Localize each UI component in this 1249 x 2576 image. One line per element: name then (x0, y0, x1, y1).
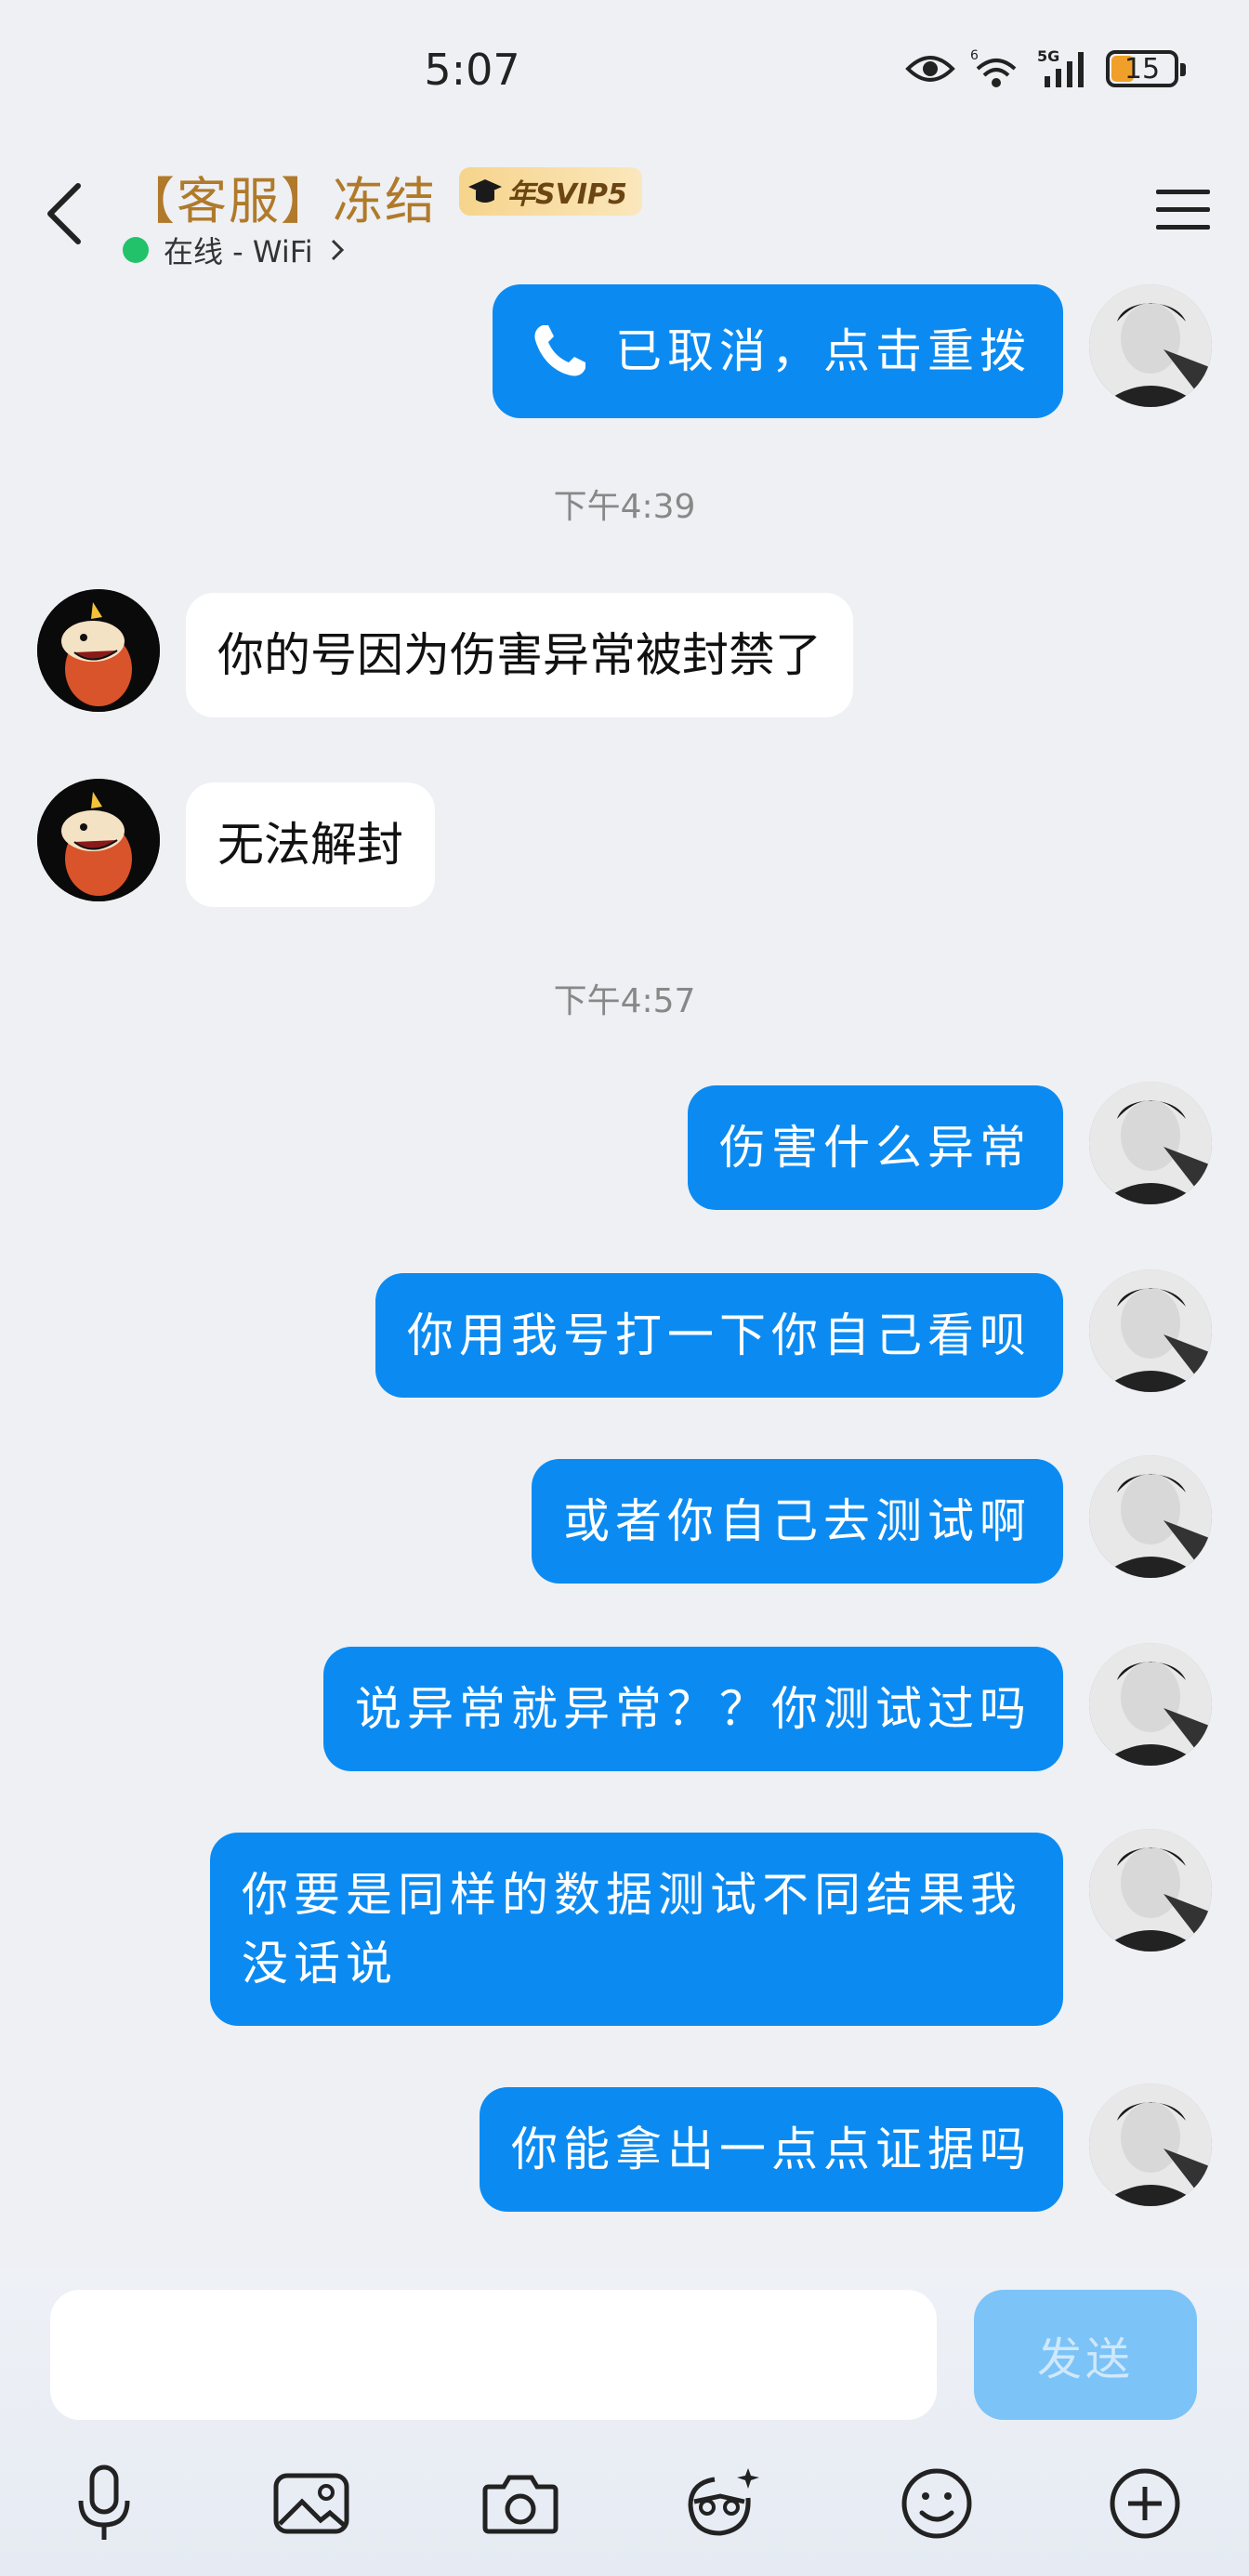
timestamp: 下午4:57 (553, 982, 696, 1020)
wifi-icon: 6 (970, 48, 1022, 89)
microphone-icon[interactable] (58, 2457, 151, 2550)
signal-label: 5G (1037, 48, 1059, 65)
message-row: 你要是同样的数据测试不同结果我没话说 (0, 1829, 1249, 2033)
menu-button[interactable] (1150, 177, 1216, 242)
send-button[interactable]: 发送 (974, 2290, 1197, 2420)
image-icon[interactable] (265, 2457, 358, 2550)
input-toolbar (0, 2457, 1249, 2550)
message-bubble[interactable]: 无法解封 (186, 782, 435, 907)
chevron-right-icon (331, 239, 344, 261)
message-bubble[interactable]: 说异常就异常？？你测试过吗 (323, 1647, 1063, 1771)
wifi-label: 6 (970, 48, 979, 63)
self-avatar[interactable] (1089, 1455, 1212, 1578)
message-row: 你的号因为伤害异常被封禁了 (0, 589, 1249, 729)
vip-badge-label: 年SVIP5 (507, 178, 627, 211)
back-button[interactable] (37, 177, 93, 251)
message-text: 你的号因为伤害异常被封禁了 (217, 628, 822, 682)
battery-icon: 15 (1106, 50, 1186, 87)
input-area: 发送 (0, 2267, 1249, 2576)
message-text: 你要是同样的数据测试不同结果我没话说 (242, 1868, 1022, 1991)
message-bubble[interactable]: 你用我号打一下你自己看呗 (375, 1273, 1063, 1398)
message-text: 说异常就异常？？你测试过吗 (355, 1682, 1032, 1736)
graduation-cap-icon (468, 179, 502, 203)
message-bubble[interactable]: 你的号因为伤害异常被封禁了 (186, 593, 853, 717)
message-input[interactable] (50, 2290, 937, 2420)
message-row: 已取消，点击重拨 (0, 284, 1249, 424)
message-bubble[interactable]: 伤害什么异常 (688, 1085, 1063, 1210)
message-text: 或者你自己去测试啊 (563, 1494, 1032, 1548)
online-status-text: 在线 - WiFi (164, 234, 313, 269)
self-avatar[interactable] (1089, 1269, 1212, 1392)
hamburger-menu-icon (1156, 190, 1210, 230)
chat-header: 【客服】冻结 年SVIP5 在线 - WiFi (0, 139, 1249, 279)
self-avatar[interactable] (1089, 2083, 1212, 2206)
message-bubble[interactable]: 或者你自己去测试啊 (532, 1459, 1063, 1584)
battery-level: 15 (1124, 52, 1161, 85)
chevron-left-icon (47, 183, 81, 244)
camera-icon[interactable] (474, 2457, 567, 2550)
contact-avatar[interactable] (37, 589, 160, 712)
message-row: 或者你自己去测试啊 (0, 1455, 1249, 1595)
message-row: 伤害什么异常 (0, 1082, 1249, 1221)
plus-icon[interactable] (1098, 2457, 1191, 2550)
status-icons: 6 5G 15 (905, 48, 1186, 89)
online-status[interactable]: 在线 - WiFi (123, 229, 347, 271)
message-row: 无法解封 (0, 779, 1249, 918)
online-dot (123, 237, 149, 263)
eye-icon (905, 52, 955, 85)
sticker-face-icon[interactable] (678, 2457, 771, 2550)
message-row: 你能拿出一点点证据吗 (0, 2083, 1249, 2223)
message-text: 伤害什么异常 (719, 1121, 1032, 1175)
message-row: 说异常就异常？？你测试过吗 (0, 1643, 1249, 1782)
message-bubble[interactable]: 你要是同样的数据测试不同结果我没话说 (210, 1833, 1063, 2026)
status-time: 5:07 (424, 45, 520, 95)
emoji-icon[interactable] (890, 2457, 983, 2550)
message-text: 你能拿出一点点证据吗 (511, 2123, 1032, 2176)
self-avatar[interactable] (1089, 1082, 1212, 1204)
timestamp: 下午4:39 (553, 488, 696, 526)
cellular-signal-icon: 5G (1037, 48, 1091, 89)
contact-name[interactable]: 【客服】冻结 (125, 160, 437, 233)
status-bar: 5:07 6 5G 15 (0, 0, 1249, 139)
self-avatar[interactable] (1089, 1829, 1212, 1952)
phone-icon (534, 325, 585, 376)
message-text: 无法解封 (217, 818, 403, 872)
message-row: 你用我号打一下你自己看呗 (0, 1269, 1249, 1409)
message-text: 已取消，点击重拨 (615, 324, 1032, 378)
contact-avatar[interactable] (37, 779, 160, 901)
self-avatar[interactable] (1089, 284, 1212, 407)
self-avatar[interactable] (1089, 1643, 1212, 1766)
vip-badge[interactable]: 年SVIP5 (459, 167, 642, 216)
message-bubble-call[interactable]: 已取消，点击重拨 (493, 284, 1063, 418)
message-text: 你用我号打一下你自己看呗 (407, 1308, 1032, 1362)
message-bubble[interactable]: 你能拿出一点点证据吗 (480, 2087, 1063, 2212)
